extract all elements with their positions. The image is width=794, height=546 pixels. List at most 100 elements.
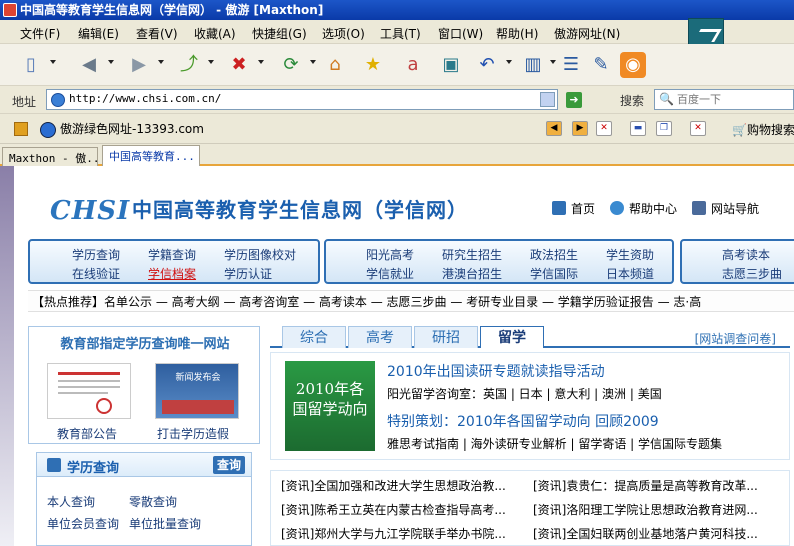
screenshot-icon[interactable]: ▣ [438, 52, 464, 78]
tab-chsi[interactable]: 中国高等教育... [102, 145, 200, 166]
menu-favorites[interactable]: 收藏(A) [194, 25, 236, 42]
degree-query-box: 学历查询 查询 本人查询 零散查询 单位会员查询 单位批量查询 [36, 452, 252, 546]
press-conference-thumb[interactable]: 新闻发布会 [155, 363, 239, 419]
plugin-icon[interactable]: ▥ [520, 52, 546, 78]
guide-line[interactable]: 雅思考试指南 | 海外读研专业解析 | 留学寄语 | 学信国际专题集 [387, 435, 722, 452]
tab-maxthon[interactable]: Maxthon - 傲... [2, 147, 98, 166]
rss-icon[interactable]: ◉ [620, 52, 646, 78]
nav-intl[interactable]: 学信国际 [530, 265, 578, 282]
close-tab-icon[interactable]: ✕ [596, 121, 612, 136]
nav-online-verify[interactable]: 在线验证 [72, 265, 120, 282]
close-icon[interactable]: ✕ [690, 121, 706, 136]
search-label: 搜索 [620, 94, 645, 108]
stop-icon[interactable]: ✖ [226, 52, 252, 78]
nav-aid[interactable]: 学生资助 [606, 246, 654, 263]
home-icon[interactable]: ⌂ [322, 52, 348, 78]
nav-image-check[interactable]: 学历图像校对 [224, 246, 296, 263]
query-batch[interactable]: 单位批量查询 [129, 515, 201, 532]
forward-icon[interactable]: ▶ [126, 52, 152, 78]
notes-icon[interactable]: ✎ [588, 52, 614, 78]
headline-2[interactable]: 特别策划：2010年各国留学动向 回顾2009 [387, 411, 659, 431]
next-icon[interactable]: ▶ [572, 121, 588, 136]
news-item[interactable]: [资讯]袁贵仁：提高质量是高等教育改革... [533, 477, 785, 494]
fav-link[interactable]: 傲游绿色网址-13393.com [40, 120, 204, 138]
query-button[interactable]: 查询 [213, 456, 245, 474]
refresh-icon[interactable]: ⟳ [278, 52, 304, 78]
nav-xuexin-dangan[interactable]: 学信档案 [148, 265, 196, 282]
tab-strip: Maxthon - 傲... 中国高等教育... [0, 144, 794, 166]
search-box[interactable]: 🔍 [654, 89, 794, 110]
shopping-search[interactable]: 🛒购物搜索 [732, 121, 794, 138]
nav-xueli-renzheng[interactable]: 学历认证 [224, 265, 272, 282]
official-box: 教育部指定学历查询唯一网站 新闻发布会 教育部公告 打击学历造假 [28, 326, 260, 444]
address-field[interactable]: http://www.chsi.com.cn/ [46, 89, 558, 110]
headline-1[interactable]: 2010年出国读研专题就读指导活动 [387, 361, 605, 381]
restore-icon[interactable]: ❐ [656, 121, 672, 136]
query-icon [47, 458, 61, 472]
nav-xueli-chaxun[interactable]: 学历查询 [72, 246, 120, 263]
favorites-bar: 傲游绿色网址-13393.com ◀ ▶ ✕ ▬ ❐ ✕ 🛒购物搜索 [0, 114, 794, 144]
news-item[interactable]: [资讯]陈希王立英在内蒙古检查指导高考... [281, 501, 521, 518]
hot-links[interactable]: 【热点推荐】名单公示 — 高考大纲 — 高考咨询室 — 高考读本 — 志愿三步曲… [28, 290, 794, 312]
consult-line[interactable]: 阳光留学咨询室：英国 | 日本 | 意大利 | 澳洲 | 美国 [387, 385, 662, 402]
nav-help[interactable]: 帮助中心 [610, 200, 677, 217]
announcement-thumb[interactable] [47, 363, 131, 419]
go-arrow-icon[interactable]: ➜ [566, 92, 582, 108]
nav-hmt[interactable]: 港澳台招生 [442, 265, 502, 282]
tab-gaokao[interactable]: 高考 [348, 326, 412, 348]
news-item[interactable]: [资讯]洛阳理工学院让思想政治教育进网... [533, 501, 785, 518]
up-icon[interactable]: ⤴ [176, 52, 202, 78]
page-icon [51, 93, 65, 107]
menu-tools[interactable]: 工具(T) [380, 25, 421, 42]
menu-groups[interactable]: 快捷组(G) [252, 25, 307, 42]
menu-file[interactable]: 文件(F) [20, 25, 60, 42]
address-dropdown-icon[interactable] [540, 92, 555, 107]
news-item[interactable]: [资讯]郑州大学与九江学院联手举办书院... [281, 525, 521, 542]
new-page-icon[interactable]: ▯ [18, 52, 44, 78]
query-self[interactable]: 本人查询 [47, 493, 95, 510]
news-item[interactable]: [资讯]全国加强和改进大学生思想政治教... [281, 477, 521, 494]
folder-icon[interactable] [14, 122, 28, 136]
nav-zhiyuan[interactable]: 志愿三步曲 [722, 265, 782, 282]
nav-law[interactable]: 政法招生 [530, 246, 578, 263]
favorites-star-icon[interactable]: ★ [360, 52, 386, 78]
menu-edit[interactable]: 编辑(E) [78, 25, 119, 42]
menu-help[interactable]: 帮助(H) [496, 25, 538, 42]
window-title: 中国高等教育学生信息网（学信网） - 傲游 [Maxthon] [20, 3, 324, 17]
query-member[interactable]: 单位会员查询 [47, 515, 119, 532]
nav-sunshine[interactable]: 阳光高考 [366, 246, 414, 263]
nav-xueji-chaxun[interactable]: 学籍查询 [148, 246, 196, 263]
nav-japan[interactable]: 日本频道 [606, 265, 654, 282]
nav-jobs[interactable]: 学信就业 [366, 265, 414, 282]
address-url[interactable]: http://www.chsi.com.cn/ [69, 92, 221, 105]
nav-home[interactable]: 首页 [552, 200, 595, 217]
reader-icon[interactable]: ☰ [558, 52, 584, 78]
nav-sitemap[interactable]: 网站导航 [692, 200, 759, 217]
tab-zonghe[interactable]: 综合 [282, 326, 346, 348]
search-input[interactable] [677, 92, 787, 107]
caption-announcement[interactable]: 教育部公告 [57, 425, 117, 442]
prev-icon[interactable]: ◀ [546, 121, 562, 136]
home-icon [552, 201, 566, 215]
chsi-logo[interactable]: CHSI [50, 196, 130, 226]
side-panel-rail [0, 166, 14, 546]
tab-yanzhao[interactable]: 研招 [414, 326, 478, 348]
translate-icon[interactable]: a [400, 52, 426, 78]
news-item[interactable]: [资讯]全国妇联两创业基地落户黄河科技... [533, 525, 785, 542]
app-icon [3, 3, 17, 17]
minimize-icon[interactable]: ▬ [630, 121, 646, 136]
nav-grad[interactable]: 研究生招生 [442, 246, 502, 263]
menu-aoyou-sites[interactable]: 傲游网址(N) [554, 25, 620, 42]
feature-block: 2010年各国留学动向 2010年出国读研专题就读指导活动 阳光留学咨询室：英国… [270, 352, 790, 460]
caption-fraud[interactable]: 打击学历造假 [157, 425, 229, 442]
menu-options[interactable]: 选项(O) [322, 25, 365, 42]
query-scattered[interactable]: 零散查询 [129, 493, 177, 510]
tab-liuxue[interactable]: 留学 [480, 326, 544, 348]
menu-window[interactable]: 窗口(W) [438, 25, 483, 42]
menu-view[interactable]: 查看(V) [136, 25, 178, 42]
survey-link[interactable]: [网站调查问卷] [695, 330, 776, 347]
undo-close-icon[interactable]: ↶ [474, 52, 500, 78]
study-abroad-image[interactable]: 2010年各国留学动向 [285, 361, 375, 451]
back-icon[interactable]: ◀ [76, 52, 102, 78]
nav-gaokao-duben[interactable]: 高考读本 [722, 246, 770, 263]
